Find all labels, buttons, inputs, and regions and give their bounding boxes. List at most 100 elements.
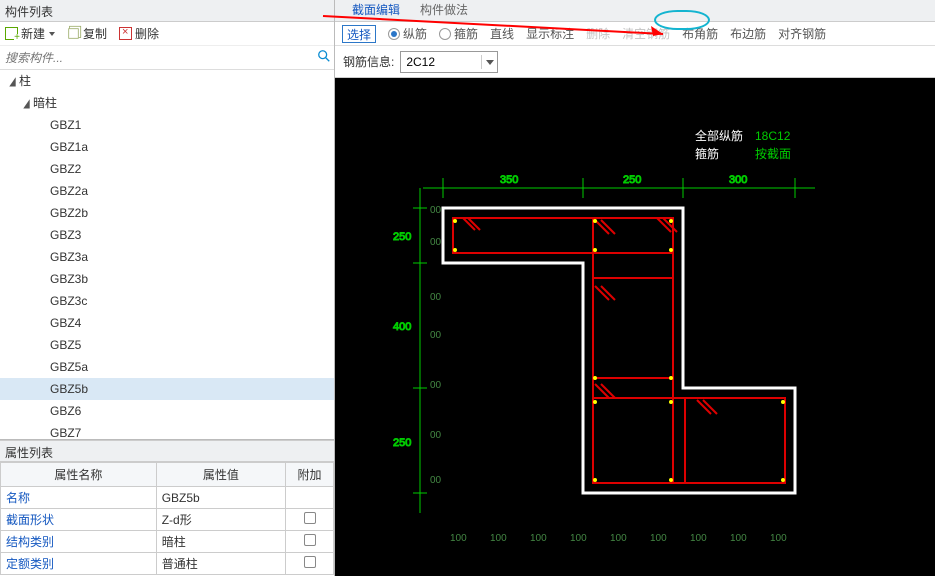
option-clear-rebar: 清空钢筋 xyxy=(622,25,670,42)
prop-extra[interactable] xyxy=(286,531,334,553)
svg-text:箍筋: 箍筋 xyxy=(695,146,719,161)
prop-col-value[interactable]: 属性值 xyxy=(156,463,285,487)
prop-name[interactable]: 截面形状 xyxy=(1,509,157,531)
checkbox-icon[interactable] xyxy=(304,534,316,546)
property-table: 属性名称 属性值 附加 名称 GBZ5b 截面形状 Z-d形 结构类别 暗柱 定… xyxy=(0,462,334,575)
copy-button[interactable]: 复制 xyxy=(67,25,107,42)
delete-label: 删除 xyxy=(135,25,159,42)
checkbox-icon[interactable] xyxy=(304,556,316,568)
rebar-info-input[interactable] xyxy=(401,55,481,69)
search-icon[interactable] xyxy=(314,49,334,66)
radio-icon xyxy=(388,28,400,40)
prop-extra[interactable] xyxy=(286,509,334,531)
prop-value[interactable]: GBZ5b xyxy=(156,487,285,509)
section-drawing: 350 250 300 250 400 250 0000 0000 0000 xyxy=(335,78,935,553)
svg-text:按截面: 按截面 xyxy=(755,147,791,161)
tree-item[interactable]: GBZ3c xyxy=(0,290,334,312)
tab-section-edit[interactable]: 截面编辑 xyxy=(342,0,410,21)
svg-text:00: 00 xyxy=(430,205,442,216)
tree-item[interactable]: GBZ3 xyxy=(0,224,334,246)
rebar-info-combo[interactable] xyxy=(400,51,498,73)
property-row: 截面形状 Z-d形 xyxy=(1,509,334,531)
prop-col-name[interactable]: 属性名称 xyxy=(1,463,157,487)
copy-icon xyxy=(68,28,78,38)
prop-value[interactable]: 普通柱 xyxy=(156,553,285,575)
svg-text:350: 350 xyxy=(500,174,518,186)
prop-extra[interactable] xyxy=(286,553,334,575)
editor-panel: 截面编辑 构件做法 选择 纵筋 箍筋 直线 显示标注 删除 清空钢筋 布角筋 布… xyxy=(335,0,935,576)
rebar-info-bar: 钢筋信息: xyxy=(335,46,935,78)
chevron-down-icon: ◢ xyxy=(23,92,29,114)
new-button[interactable]: 新建 xyxy=(5,25,55,42)
svg-text:00: 00 xyxy=(430,475,442,486)
tree-item[interactable]: GBZ4 xyxy=(0,312,334,334)
tree-category[interactable]: ◢暗柱 xyxy=(0,92,334,114)
svg-text:100: 100 xyxy=(770,533,787,544)
radio-icon xyxy=(439,28,451,40)
property-row: 名称 GBZ5b xyxy=(1,487,334,509)
svg-text:全部纵筋: 全部纵筋 xyxy=(695,128,743,143)
property-panel-title: 属性列表 xyxy=(0,440,334,462)
svg-text:250: 250 xyxy=(623,174,641,186)
svg-text:250: 250 xyxy=(393,437,411,449)
rebar-info-label: 钢筋信息: xyxy=(343,53,394,70)
tree-item[interactable]: GBZ2 xyxy=(0,158,334,180)
svg-text:18C12: 18C12 xyxy=(755,129,791,143)
tree-item[interactable]: GBZ5a xyxy=(0,356,334,378)
tree-item[interactable]: GBZ7 xyxy=(0,422,334,440)
svg-text:300: 300 xyxy=(729,174,747,186)
tree-item[interactable]: GBZ2a xyxy=(0,180,334,202)
option-zongjin[interactable]: 纵筋 xyxy=(388,25,427,42)
tree-item[interactable]: GBZ3b xyxy=(0,268,334,290)
prop-extra xyxy=(286,487,334,509)
tree-item[interactable]: GBZ1 xyxy=(0,114,334,136)
copy-label: 复制 xyxy=(83,25,107,42)
editor-options: 选择 纵筋 箍筋 直线 显示标注 删除 清空钢筋 布角筋 布边筋 对齐钢筋 xyxy=(335,22,935,46)
prop-name[interactable]: 结构类别 xyxy=(1,531,157,553)
tree-item[interactable]: GBZ2b xyxy=(0,202,334,224)
svg-text:00: 00 xyxy=(430,292,442,303)
tree-item[interactable]: GBZ5 xyxy=(0,334,334,356)
svg-text:400: 400 xyxy=(393,321,411,333)
svg-text:00: 00 xyxy=(430,237,442,248)
option-delete: 删除 xyxy=(586,25,610,42)
option-align-bar[interactable]: 对齐钢筋 xyxy=(778,25,826,42)
tab-element-method[interactable]: 构件做法 xyxy=(410,0,478,21)
new-label: 新建 xyxy=(21,25,45,42)
option-line[interactable]: 直线 xyxy=(490,25,514,42)
search-input[interactable] xyxy=(0,47,314,69)
svg-text:100: 100 xyxy=(450,533,467,544)
chevron-down-icon xyxy=(49,32,55,36)
svg-text:100: 100 xyxy=(610,533,627,544)
svg-text:100: 100 xyxy=(570,533,587,544)
new-icon xyxy=(5,27,18,40)
prop-value[interactable]: Z-d形 xyxy=(156,509,285,531)
component-list-panel: 构件列表 新建 复制 删除 ◢柱 ◢暗柱 GBZ1 GBZ1a GBZ2 GBZ… xyxy=(0,0,335,576)
chevron-down-icon[interactable] xyxy=(481,55,497,69)
svg-text:100: 100 xyxy=(490,533,507,544)
delete-button[interactable]: 删除 xyxy=(119,25,159,42)
checkbox-icon[interactable] xyxy=(304,512,316,524)
svg-text:250: 250 xyxy=(393,231,411,243)
tree-item-selected[interactable]: GBZ5b xyxy=(0,378,334,400)
svg-text:100: 100 xyxy=(690,533,707,544)
option-corner-bar[interactable]: 布角筋 xyxy=(682,25,718,42)
tree-root[interactable]: ◢柱 xyxy=(0,70,334,92)
tree-item[interactable]: GBZ6 xyxy=(0,400,334,422)
option-edge-bar[interactable]: 布边筋 xyxy=(730,25,766,42)
component-tree[interactable]: ◢柱 ◢暗柱 GBZ1 GBZ1a GBZ2 GBZ2a GBZ2b GBZ3 … xyxy=(0,70,334,440)
search-row xyxy=(0,46,334,70)
svg-text:00: 00 xyxy=(430,430,442,441)
tree-item[interactable]: GBZ1a xyxy=(0,136,334,158)
svg-text:100: 100 xyxy=(650,533,667,544)
prop-name[interactable]: 名称 xyxy=(1,487,157,509)
prop-name[interactable]: 定额类别 xyxy=(1,553,157,575)
prop-col-extra[interactable]: 附加 xyxy=(286,463,334,487)
option-show-dim[interactable]: 显示标注 xyxy=(526,25,574,42)
prop-value[interactable]: 暗柱 xyxy=(156,531,285,553)
component-list-title: 构件列表 xyxy=(0,0,334,22)
tree-item[interactable]: GBZ3a xyxy=(0,246,334,268)
option-select[interactable]: 选择 xyxy=(342,25,376,43)
section-canvas[interactable]: 350 250 300 250 400 250 0000 0000 0000 xyxy=(335,78,935,576)
option-gujin[interactable]: 箍筋 xyxy=(439,25,478,42)
